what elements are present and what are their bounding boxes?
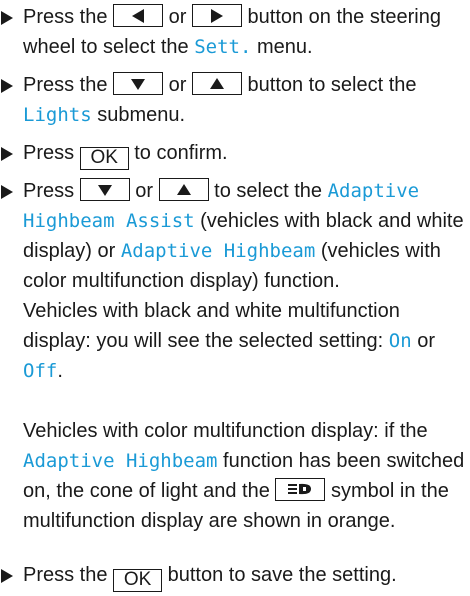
- right-button-key: [191, 4, 242, 27]
- instructions-page: Press the or button on the steering whee…: [0, 0, 470, 596]
- triangle-up-icon: [209, 77, 224, 89]
- step-text: Press the: [23, 6, 114, 28]
- adaptive-highbeam-icon: [275, 478, 326, 501]
- down-button-key: [79, 178, 130, 201]
- color-display-note: Vehicles with color multifunction displa…: [0, 416, 468, 536]
- display-text-adaptive-highbeam: Adaptive Highbeam: [120, 240, 316, 262]
- down-button-key: [113, 72, 164, 95]
- step-text: Press: [23, 142, 80, 164]
- triangle-up-icon: [176, 183, 191, 195]
- bullet-triangle-icon: [1, 147, 13, 161]
- display-text-adaptive-highbeam: Adaptive Highbeam: [23, 450, 218, 472]
- up-button-key: [158, 178, 209, 201]
- step-text: or: [163, 74, 192, 96]
- step-text: or: [163, 6, 192, 28]
- bullet-triangle-icon: [1, 79, 13, 93]
- bw-display-note: Vehicles with black and white multifunct…: [23, 300, 400, 352]
- triangle-down-icon: [97, 184, 112, 196]
- triangle-down-icon: [131, 78, 146, 90]
- step-select-lights-submenu: Press the or button to select the Lights…: [0, 70, 468, 130]
- step-text: Vehicles with color multifunction displa…: [23, 420, 428, 442]
- step-text: or: [129, 180, 159, 202]
- step-select-settings-menu: Press the or button on the steering whee…: [0, 2, 468, 62]
- step-text: Press the: [23, 564, 114, 586]
- triangle-left-icon: [132, 8, 145, 23]
- step-text: or: [411, 330, 435, 352]
- step-text: button to save the setting.: [162, 564, 397, 586]
- bullet-triangle-icon: [1, 569, 13, 583]
- step-text: menu.: [251, 36, 313, 58]
- left-button-key: [113, 4, 164, 27]
- ok-button-key: OK: [113, 569, 163, 592]
- triangle-right-icon: [210, 8, 223, 23]
- step-text: to confirm.: [128, 142, 228, 164]
- step-select-adaptive-highbeam: Press or to select the Adaptive Highbeam…: [0, 176, 468, 386]
- step-text: button to select the: [241, 74, 417, 96]
- display-text-off: Off: [23, 360, 58, 382]
- step-confirm: Press OK to confirm.: [0, 138, 468, 170]
- display-text-on: On: [388, 330, 412, 352]
- bullet-triangle-icon: [1, 11, 13, 25]
- display-text-settings-menu: Sett.: [194, 36, 252, 58]
- step-text: Press: [23, 180, 80, 202]
- ok-button-key: OK: [79, 147, 129, 170]
- step-text: submenu.: [91, 104, 186, 126]
- step-text: Press the: [23, 74, 114, 96]
- step-text: to select the: [208, 180, 328, 202]
- step-save-setting: Press the OK button to save the setting.: [0, 560, 468, 592]
- bullet-triangle-icon: [1, 185, 13, 199]
- display-text-lights-submenu: Lights: [23, 104, 92, 126]
- up-button-key: [191, 72, 242, 95]
- step-text: .: [57, 360, 63, 382]
